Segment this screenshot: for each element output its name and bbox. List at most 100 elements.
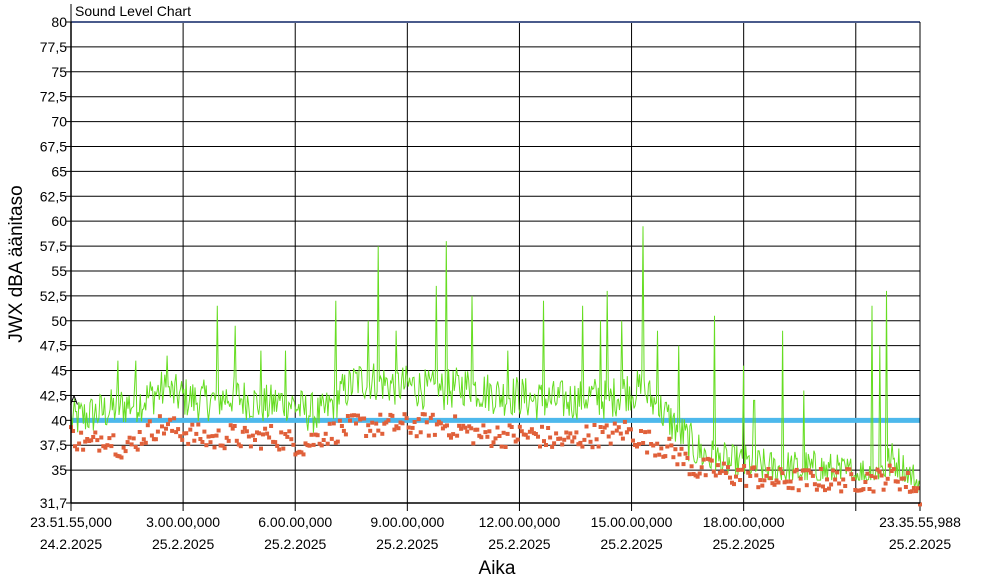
minimum-level-marker: [663, 454, 668, 459]
minimum-level-marker: [760, 483, 765, 488]
minimum-level-marker: [675, 462, 680, 467]
minimum-level-marker: [143, 440, 148, 445]
minimum-level-marker: [754, 473, 759, 478]
minimum-level-marker: [368, 428, 373, 433]
minimum-level-marker: [903, 485, 908, 489]
minimum-level-marker: [339, 424, 344, 428]
minimum-level-marker: [137, 430, 142, 434]
minimum-level-marker: [475, 427, 480, 432]
minimum-level-marker: [736, 467, 741, 472]
minimum-level-marker: [147, 419, 152, 424]
chart-background: [0, 0, 990, 588]
minimum-level-marker: [390, 413, 395, 418]
minimum-level-marker: [582, 437, 587, 442]
minimum-level-marker: [592, 423, 597, 427]
minimum-level-marker: [396, 426, 401, 431]
minimum-level-marker: [776, 480, 781, 485]
minimum-level-marker: [331, 421, 336, 426]
minimum-level-marker: [584, 424, 589, 429]
minimum-level-marker: [827, 486, 831, 491]
x-tick-date: 25.2.2025: [713, 536, 775, 552]
y-tick-label: 80: [51, 14, 67, 30]
minimum-level-marker: [657, 452, 662, 457]
minimum-level-marker: [178, 434, 183, 439]
minimum-level-marker: [701, 457, 706, 462]
minimum-level-marker: [756, 485, 761, 490]
y-tick-label: 60: [51, 213, 67, 229]
minimum-level-marker: [216, 428, 221, 433]
minimum-level-marker: [865, 471, 870, 476]
minimum-level-marker: [600, 430, 605, 434]
minimum-level-marker: [709, 458, 714, 463]
minimum-level-marker: [121, 445, 126, 450]
minimum-level-marker: [772, 482, 777, 487]
minimum-level-marker: [206, 434, 211, 439]
minimum-level-marker: [764, 473, 769, 478]
x-tick-date: 25.2.2025: [889, 536, 951, 552]
minimum-level-marker: [867, 487, 872, 491]
minimum-level-marker: [740, 467, 745, 472]
minimum-level-marker: [265, 431, 270, 436]
minimum-level-marker: [214, 433, 219, 438]
minimum-level-marker: [833, 477, 838, 482]
minimum-level-marker: [204, 443, 209, 448]
minimum-level-marker: [327, 421, 332, 426]
minimum-level-marker: [238, 444, 243, 449]
minimum-level-marker: [863, 480, 868, 484]
minimum-level-marker: [525, 435, 530, 440]
x-tick-time: 15.00.00,000: [591, 514, 673, 530]
y-tick-label: 65: [51, 163, 67, 179]
minimum-level-marker: [887, 463, 892, 468]
y-tick-label: 57,5: [40, 238, 67, 254]
minimum-level-marker: [226, 438, 231, 443]
minimum-level-marker: [715, 463, 720, 468]
minimum-level-marker: [93, 430, 98, 435]
minimum-level-marker: [748, 474, 753, 478]
minimum-level-marker: [277, 447, 282, 452]
minimum-level-marker: [780, 471, 785, 476]
minimum-level-marker: [837, 481, 842, 486]
minimum-level-marker: [77, 441, 82, 446]
x-tick-time: 3.00.00,000: [146, 514, 220, 530]
minimum-level-marker: [248, 444, 253, 449]
minimum-level-marker: [560, 442, 565, 447]
minimum-level-marker: [501, 430, 506, 435]
minimum-level-marker: [168, 417, 173, 422]
minimum-level-marker: [479, 435, 484, 440]
x-tick-date: 25.2.2025: [264, 536, 326, 552]
minimum-level-marker: [641, 441, 646, 445]
minimum-level-marker: [319, 443, 324, 448]
minimum-level-marker: [683, 451, 688, 456]
minimum-level-marker: [325, 441, 330, 446]
minimum-level-marker: [818, 467, 823, 471]
minimum-level-marker: [643, 430, 648, 435]
minimum-level-marker: [651, 443, 656, 448]
minimum-level-marker: [449, 435, 453, 440]
minimum-level-marker: [485, 434, 490, 439]
minimum-level-marker: [153, 437, 158, 442]
minimum-level-marker: [287, 429, 292, 434]
minimum-level-marker: [604, 423, 609, 428]
minimum-level-marker: [687, 472, 692, 477]
minimum-level-marker: [354, 421, 358, 426]
minimum-level-marker: [578, 440, 583, 445]
minimum-level-marker: [424, 420, 429, 425]
minimum-level-marker: [631, 438, 635, 443]
minimum-level-marker: [463, 425, 468, 430]
minimum-level-marker: [794, 467, 799, 472]
minimum-level-marker: [380, 431, 385, 436]
minimum-level-marker: [483, 430, 488, 435]
minimum-level-marker: [572, 435, 577, 440]
minimum-level-marker: [491, 440, 496, 445]
minimum-level-marker: [279, 430, 284, 435]
minimum-level-marker: [622, 419, 627, 424]
minimum-level-marker: [212, 445, 217, 450]
minimum-level-marker: [273, 440, 278, 445]
minimum-level-marker: [222, 446, 227, 451]
minimum-level-marker: [345, 414, 350, 418]
minimum-level-marker: [798, 476, 803, 481]
minimum-level-marker: [786, 485, 791, 490]
minimum-level-marker: [667, 436, 672, 441]
minimum-level-marker: [406, 425, 411, 430]
minimum-level-marker: [267, 435, 272, 440]
